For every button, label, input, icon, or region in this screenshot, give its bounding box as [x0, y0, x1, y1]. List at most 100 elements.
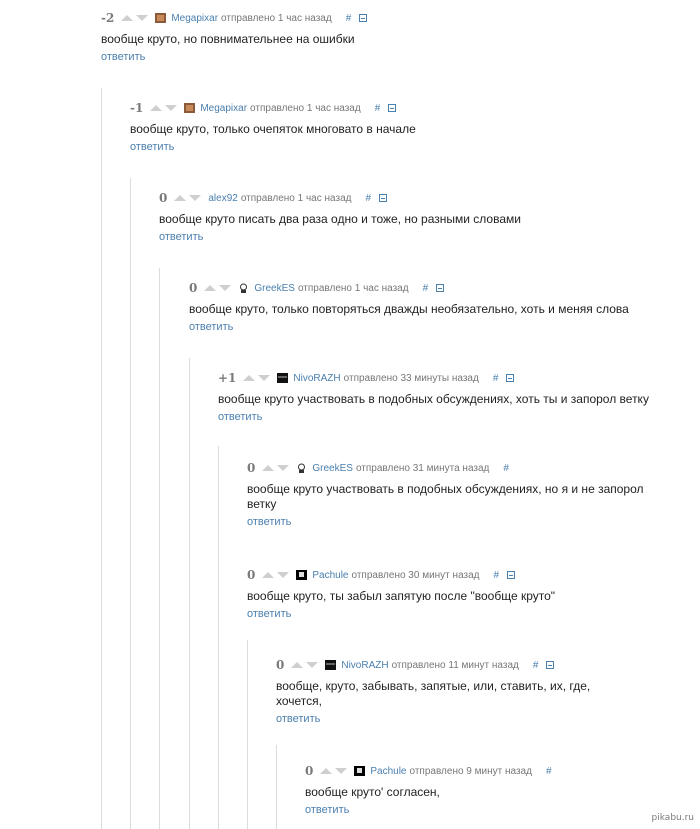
upvote-icon[interactable]: [262, 465, 275, 471]
comment: 0 GreekES отправлено 31 минута назад # в…: [247, 460, 652, 529]
comment: -1 Megapixar отправлено 1 час назад # во…: [130, 100, 690, 154]
comment: +1 NivoRAZH отправлено 33 минуты назад #…: [218, 370, 688, 424]
collapse-icon[interactable]: [388, 104, 397, 112]
comment-score: -1: [130, 101, 144, 115]
comment-time: отправлено 11 минут назад: [391, 659, 519, 671]
downvote-icon[interactable]: [306, 662, 319, 668]
comment-meta: 0 Pachule отправлено 9 минут назад #: [305, 763, 685, 779]
thread-line: [159, 268, 160, 829]
downvote-icon[interactable]: [277, 572, 290, 578]
collapse-icon[interactable]: [436, 284, 445, 292]
avatar[interactable]: [296, 570, 308, 580]
vote-arrows: [243, 375, 271, 381]
downvote-icon[interactable]: [277, 465, 290, 471]
upvote-icon[interactable]: [320, 768, 333, 774]
thread-line: [189, 358, 190, 829]
avatar[interactable]: [354, 766, 366, 776]
collapse-icon[interactable]: [379, 194, 388, 202]
downvote-icon[interactable]: [189, 195, 202, 201]
comment-author[interactable]: GreekES: [312, 463, 353, 474]
permalink-link[interactable]: #: [423, 283, 429, 294]
collapse-icon[interactable]: [507, 571, 516, 579]
reply-link[interactable]: ответить: [305, 804, 685, 817]
vote-arrows: [320, 768, 348, 774]
permalink-link[interactable]: #: [494, 570, 500, 581]
comment-score: 0: [276, 658, 285, 672]
comment-meta: -2 Megapixar отправлено 1 час назад #: [101, 10, 691, 26]
comment-text: вообще круто, но повнимательнее на ошибк…: [101, 32, 355, 46]
comment-meta: 0 GreekES отправлено 1 час назад #: [189, 280, 689, 296]
collapse-icon[interactable]: [359, 14, 368, 22]
collapse-icon[interactable]: [506, 374, 515, 382]
comment-author[interactable]: Megapixar: [171, 13, 218, 24]
comment: 0 alex92 отправлено 1 час назад # вообще…: [159, 190, 689, 244]
avatar[interactable]: [184, 103, 196, 113]
comment-time: отправлено 9 минут назад: [409, 765, 532, 777]
comment: 0 Pachule отправлено 9 минут назад # воо…: [305, 763, 685, 817]
comment-text: вообще круто участвовать в подобных обсу…: [218, 392, 649, 406]
permalink-link[interactable]: #: [533, 660, 539, 671]
comment-author[interactable]: Pachule: [370, 766, 406, 777]
permalink-link[interactable]: #: [365, 193, 371, 204]
comment-time: отправлено 1 час назад: [250, 102, 361, 114]
comment-author[interactable]: NivoRAZH: [293, 373, 340, 384]
comment-author[interactable]: Pachule: [312, 570, 348, 581]
collapse-icon[interactable]: [546, 661, 555, 669]
avatar[interactable]: [296, 463, 308, 473]
upvote-icon[interactable]: [174, 195, 187, 201]
permalink-link[interactable]: #: [493, 373, 499, 384]
permalink-link[interactable]: #: [346, 13, 352, 24]
avatar[interactable]: [277, 373, 289, 383]
thread-line: [101, 88, 102, 829]
upvote-icon[interactable]: [291, 662, 304, 668]
comment-text: вообще круто' согласен,: [305, 785, 440, 799]
comment-author[interactable]: Megapixar: [200, 103, 247, 114]
comment-score: +1: [218, 371, 237, 385]
comment-text: вообще круто участвовать в подобных обсу…: [247, 482, 644, 511]
thread-line: [276, 745, 277, 829]
vote-arrows: [262, 465, 290, 471]
avatar[interactable]: [325, 660, 337, 670]
comment-text: вообще, круто, забывать, запятые, или, с…: [276, 679, 591, 708]
reply-link[interactable]: ответить: [247, 608, 687, 621]
permalink-link[interactable]: #: [546, 766, 552, 777]
downvote-icon[interactable]: [335, 768, 348, 774]
comment-meta: 0 alex92 отправлено 1 час назад #: [159, 190, 689, 206]
permalink-link[interactable]: #: [503, 463, 509, 474]
comment-author[interactable]: alex92: [208, 193, 237, 204]
reply-link[interactable]: ответить: [276, 713, 616, 726]
vote-arrows: [121, 15, 149, 21]
reply-link[interactable]: ответить: [101, 51, 691, 64]
avatar[interactable]: [155, 13, 167, 23]
downvote-icon[interactable]: [219, 285, 232, 291]
upvote-icon[interactable]: [150, 105, 163, 111]
downvote-icon[interactable]: [258, 375, 271, 381]
vote-arrows: [291, 662, 319, 668]
comment-author[interactable]: GreekES: [254, 283, 295, 294]
permalink-link[interactable]: #: [375, 103, 381, 114]
upvote-icon[interactable]: [204, 285, 217, 291]
comment-meta: +1 NivoRAZH отправлено 33 минуты назад #: [218, 370, 688, 386]
reply-link[interactable]: ответить: [159, 231, 689, 244]
comment-author[interactable]: NivoRAZH: [341, 660, 388, 671]
downvote-icon[interactable]: [165, 105, 178, 111]
comment-time: отправлено 30 минут назад: [351, 569, 480, 581]
comment: 0 NivoRAZH отправлено 11 минут назад # в…: [276, 657, 616, 726]
upvote-icon[interactable]: [262, 572, 275, 578]
comment-text: вообще круто, ты забыл запятую после "во…: [247, 589, 556, 603]
vote-arrows: [174, 195, 202, 201]
thread-line: [218, 446, 219, 829]
reply-link[interactable]: ответить: [130, 141, 690, 154]
downvote-icon[interactable]: [136, 15, 149, 21]
comment-time: отправлено 33 минуты назад: [343, 372, 479, 384]
reply-link[interactable]: ответить: [247, 516, 652, 529]
upvote-icon[interactable]: [121, 15, 134, 21]
avatar[interactable]: [238, 283, 250, 293]
vote-arrows: [150, 105, 178, 111]
thread-line: [130, 178, 131, 829]
reply-link[interactable]: ответить: [218, 411, 688, 424]
comment: -2 Megapixar отправлено 1 час назад # во…: [101, 10, 691, 64]
upvote-icon[interactable]: [243, 375, 256, 381]
comment-meta: 0 GreekES отправлено 31 минута назад #: [247, 460, 652, 476]
reply-link[interactable]: ответить: [189, 321, 689, 334]
